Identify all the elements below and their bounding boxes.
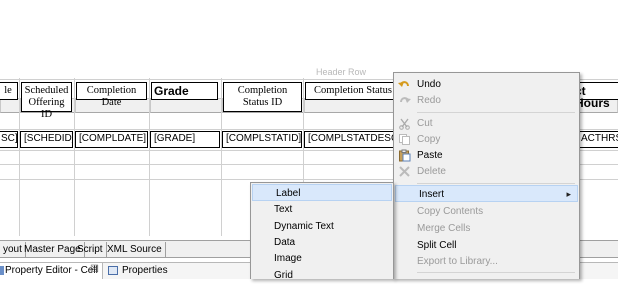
close-icon[interactable]: ☒ <box>90 264 99 275</box>
grid-line <box>221 78 222 236</box>
tab-properties[interactable]: Properties <box>106 263 168 279</box>
menu-item-copy-contents[interactable]: Copy Contents <box>394 203 579 220</box>
data-cell[interactable]: [GRADE] <box>150 131 220 148</box>
menu-item-copy[interactable]: Copy <box>394 131 579 148</box>
ruler-cell[interactable] <box>304 98 404 113</box>
menu-item-paste[interactable]: Paste <box>394 147 579 164</box>
header-cell[interactable]: Completion Date <box>76 82 147 108</box>
menu-item-export-to-library[interactable]: Export to Library... <box>394 253 579 270</box>
tab-xml-source[interactable]: XML Source <box>104 242 166 257</box>
menu-item-undo[interactable]: Undo <box>394 76 579 93</box>
menu-separator <box>417 183 575 184</box>
header-cell[interactable]: Grade <box>151 82 218 100</box>
submenu-item-label[interactable]: Label <box>252 184 392 201</box>
submenu-item-data[interactable]: Data <box>251 234 393 251</box>
delete-icon <box>399 166 410 177</box>
menu-item-cut[interactable]: Cut <box>394 115 579 132</box>
ruler-cell[interactable] <box>0 98 20 113</box>
data-cell[interactable]: ACTHRS <box>577 131 618 148</box>
grid-line <box>19 78 20 236</box>
tab-property-editor[interactable]: Property Editor - Cell ☒ <box>0 263 103 279</box>
undo-icon <box>398 81 409 87</box>
grid-line <box>149 78 150 236</box>
data-cell[interactable]: [COMPLSTATID] <box>222 131 302 148</box>
data-cell[interactable]: [COMPLDATE] <box>75 131 148 148</box>
header-cell[interactable]: Scheduled Offering ID <box>21 82 72 120</box>
header-cell[interactable]: Completion Status <box>305 82 401 100</box>
grid-line <box>74 78 75 236</box>
submenu-item-image[interactable]: Image <box>251 250 393 267</box>
redo-icon <box>400 97 411 103</box>
property-editor-icon <box>0 266 4 275</box>
context-menu: Undo Redo Cut Copy Paste Delete Insert ▸… <box>393 72 580 279</box>
submenu-item-grid[interactable]: Grid <box>251 267 393 284</box>
paste-icon <box>399 149 411 162</box>
menu-item-delete[interactable]: Delete <box>394 163 579 180</box>
header-cell[interactable]: le <box>0 82 18 100</box>
header-row-label: Header Row <box>316 67 367 77</box>
menu-separator <box>417 272 575 273</box>
menu-item-redo[interactable]: Redo <box>394 92 579 109</box>
menu-separator <box>417 112 575 113</box>
properties-icon <box>108 266 118 275</box>
submenu-item-text[interactable]: Text <box>251 201 393 218</box>
data-cell[interactable]: SC] <box>0 131 18 148</box>
property-editor-label: Property Editor - Cell <box>5 265 98 276</box>
header-cell[interactable]: Completion Status ID <box>223 82 302 112</box>
insert-submenu: Label Text Dynamic Text Data Image Grid <box>250 182 394 281</box>
properties-label: Properties <box>122 265 168 276</box>
copy-icon <box>399 134 410 145</box>
menu-item-merge-cells[interactable]: Merge Cells <box>394 220 579 237</box>
data-cell[interactable]: [SCHEDID] <box>20 131 73 148</box>
chevron-right-icon: ▸ <box>566 189 571 199</box>
ruler-cell[interactable] <box>150 98 222 113</box>
ruler-bar <box>0 49 618 113</box>
data-cell[interactable]: [COMPLSTATDESC <box>304 131 402 148</box>
tab-script[interactable]: Script <box>74 242 107 257</box>
submenu-item-dynamic-text[interactable]: Dynamic Text <box>251 218 393 235</box>
cut-icon <box>399 118 410 130</box>
menu-item-insert[interactable]: Insert ▸ <box>395 185 578 202</box>
menu-item-split-cell[interactable]: Split Cell <box>394 237 579 254</box>
